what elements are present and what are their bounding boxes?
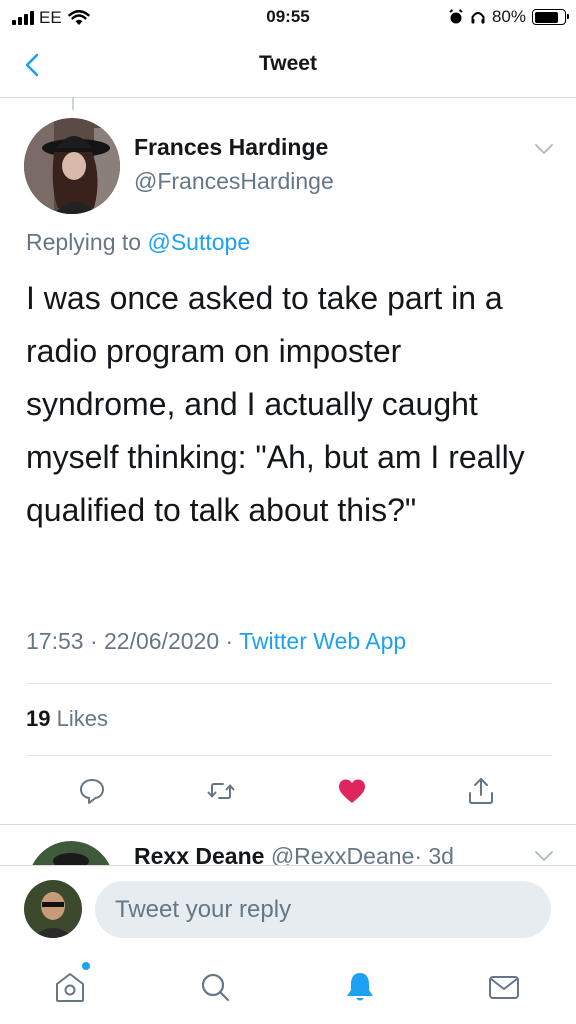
replying-mention-link[interactable]: @Suttope: [147, 229, 250, 255]
divider: [26, 683, 552, 684]
messages-icon[interactable]: [486, 969, 522, 1005]
reply-author-handle: @RexxDeane: [270, 843, 415, 865]
replying-to: Replying to @Suttope: [26, 229, 250, 256]
battery-fill: [534, 11, 558, 23]
reply-avatar[interactable]: [28, 841, 114, 865]
status-bar: EE 09:55 80%: [0, 0, 576, 36]
home-icon[interactable]: [52, 969, 88, 1005]
share-icon[interactable]: [466, 776, 496, 806]
headphones-icon: [471, 12, 485, 24]
alarm-icon: [449, 9, 463, 24]
divider: [26, 755, 552, 756]
chevron-down-icon[interactable]: [534, 142, 554, 156]
my-avatar: [24, 880, 82, 938]
retweet-icon[interactable]: [206, 776, 236, 806]
reply-icon[interactable]: [77, 776, 107, 806]
notification-dot: [82, 962, 90, 970]
reply-age: · 3d: [414, 843, 454, 865]
reply-item[interactable]: Rexx Deane @RexxDeane· 3d: [0, 825, 576, 865]
status-right: 80%: [448, 7, 569, 27]
page-title: Tweet: [259, 52, 317, 75]
likes-label: Likes: [56, 706, 108, 731]
nav-header: Tweet: [0, 36, 576, 98]
replying-prefix: Replying to: [26, 229, 142, 255]
likes-number: 19: [26, 706, 51, 731]
author-avatar[interactable]: [24, 118, 120, 214]
compose-bar: [0, 865, 576, 951]
chevron-down-icon[interactable]: [534, 849, 554, 863]
likes-count[interactable]: 19 Likes: [26, 706, 108, 732]
like-icon[interactable]: [337, 776, 367, 806]
reply-author[interactable]: Rexx Deane @RexxDeane· 3d: [134, 843, 454, 865]
tweet-timestamp: 17:53 · 22/06/2020 ·: [26, 628, 234, 654]
battery-label: 80%: [491, 7, 526, 26]
battery-icon: [532, 9, 569, 25]
author-name[interactable]: Frances Hardinge: [134, 134, 328, 161]
reply-input[interactable]: [95, 881, 551, 938]
tweet-meta: 17:53 · 22/06/2020 · Twitter Web App: [26, 628, 406, 655]
reply-author-name: Rexx Deane: [134, 843, 265, 865]
tweet-source-link[interactable]: Twitter Web App: [239, 628, 406, 654]
author-handle[interactable]: @FrancesHardinge: [134, 168, 334, 195]
tweet-text: I was once asked to take part in a radio…: [26, 280, 525, 528]
notifications-icon[interactable]: [342, 969, 378, 1005]
thread-line: [72, 98, 74, 110]
search-icon[interactable]: [197, 969, 233, 1005]
